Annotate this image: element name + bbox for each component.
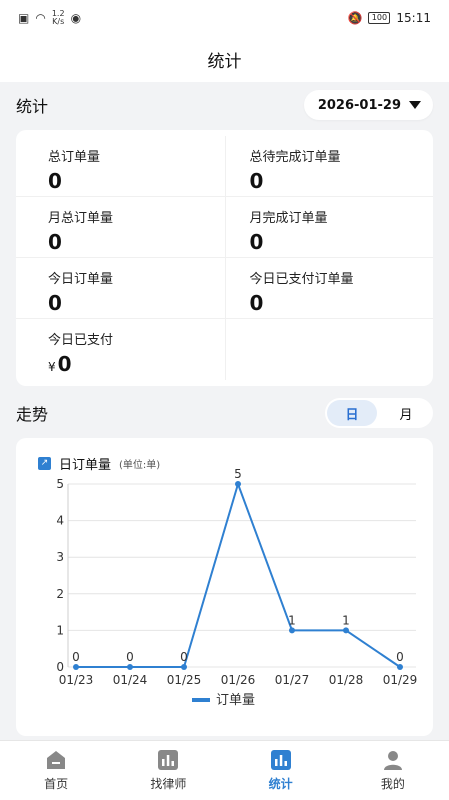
stat-amount: 0 [57,352,72,376]
stat-today-paid: 今日已支付 ¥0 [16,319,225,380]
status-bar: ▣ ◠ 1.2 K/s ◉ 🔕 100 15:11 [0,0,449,36]
x-tick-label: 01/26 [221,673,256,687]
chart-card: 0 1 2 3 4 5 01/23 01/24 01/25 01/26 01/27 01/28 01/2… [16,438,433,736]
tab-label: 我的 [380,777,405,791]
stat-label: 今日已支付订单量 [249,272,354,287]
tab-bar: 首页 找律师 统计 我的 [0,740,449,800]
stat-label: 总待完成订单量 [249,150,341,165]
trend-toggle: 日 月 [325,398,433,428]
currency-symbol: ¥ [48,360,56,374]
status-right: 🔕 100 15:11 [347,11,431,25]
mute-icon: 🔕 [347,11,363,25]
data-point [181,664,187,670]
stat-value: 0 [48,230,62,254]
stat-total-pending: 总待完成订单量 0 [224,136,433,197]
chart-header: ↗ 日订单量 (单位:单) [38,454,160,473]
stat-value: 0 [48,291,62,315]
tab-mine[interactable]: 我的 [337,741,449,800]
tab-label: 找律师 [150,777,187,791]
x-tick-label: 01/29 [383,673,418,687]
x-tick-label: 01/28 [329,673,364,687]
y-tick-label: 1 [56,623,64,637]
legend-label: 订单量 [216,693,255,708]
stat-value: 0 [48,169,62,193]
sim-card-icon: ▣ [18,11,30,25]
stat-label: 月总订单量 [48,211,114,226]
caret-down-icon [409,101,421,109]
data-label: 0 [126,650,134,664]
chart-icon: ↗ [38,457,51,470]
stats-section-title: 统计 [16,97,49,116]
nav-bar: 统计 [0,36,449,82]
status-left: ▣ ◠ 1.2 K/s ◉ [18,10,81,26]
data-label: 1 [342,613,350,627]
y-tick-label: 2 [56,587,64,601]
data-label: 0 [72,650,80,664]
stat-value: ¥0 [48,352,225,376]
data-point [73,664,79,670]
legend-swatch [192,698,210,702]
x-tick-label: 01/27 [275,673,310,687]
tab-label: 统计 [268,777,293,791]
x-tick-label: 01/25 [167,673,202,687]
page-title: 统计 [207,51,242,72]
network-speed: 1.2 K/s [52,10,65,26]
date-value: 2026-01-29 [317,97,401,113]
tab-find-lawyer[interactable]: 找律师 [112,741,224,800]
stat-month-orders: 月总订单量 0 [16,197,225,258]
stat-value: 0 [249,291,264,315]
x-tick-label: 01/23 [59,673,94,687]
stat-label: 月完成订单量 [249,211,328,226]
trend-section-title: 走势 [16,405,49,424]
data-point [397,664,403,670]
series-line [76,480,401,668]
battery-icon: 100 [368,12,391,24]
stat-total-orders: 总订单量 0 [16,136,225,197]
toggle-month-button[interactable]: 月 [381,400,431,426]
y-tick-label: 0 [56,660,64,674]
speed-unit: K/s [52,17,65,26]
tab-label: 首页 [44,777,69,791]
notification-app-icon: ◉ [70,11,82,25]
stat-label: 今日已支付 [48,333,114,348]
stat-label: 今日订单量 [48,272,114,287]
toggle-day-button[interactable]: 日 [327,400,377,426]
data-point [343,627,349,634]
stats-icon [270,750,291,770]
stats-card: 总订单量 0 总待完成订单量 0 月总订单量 0 月完成订单量 0 今日订单量 … [16,130,433,386]
data-label: 0 [180,650,188,664]
y-tick-label: 3 [56,550,64,564]
stats-header: 统计 2026-01-29 [16,90,433,120]
stat-today-orders: 今日订单量 0 [16,258,225,319]
data-point [127,664,133,670]
data-label: 0 [396,650,404,664]
line-chart: 01234501/23 01/24 01/25 01/26 01/27 01/28 01/2… [56,467,418,708]
y-tick-label: 5 [56,477,64,491]
tab-home[interactable]: 首页 [0,741,112,800]
stat-label: 总订单量 [48,150,101,165]
x-tick-label: 01/24 [113,673,148,687]
y-tick-label: 4 [56,514,64,528]
stat-value: 0 [249,169,264,193]
lawyer-chart-icon [158,750,179,770]
stat-month-completed: 月完成订单量 0 [224,197,433,258]
date-picker[interactable]: 2026-01-29 [303,90,433,120]
trend-header: 走势 日 月 [16,398,433,428]
data-point [289,627,295,634]
data-label: 5 [234,467,242,481]
chart-title: 日订单量 [59,458,112,473]
data-point [235,481,241,487]
tab-stats[interactable]: 统计 [225,741,337,800]
user-icon [383,751,402,770]
clock: 15:11 [396,11,431,25]
home-icon [47,751,66,769]
wifi-icon: ◠ [35,11,46,25]
stat-today-paid-orders: 今日已支付订单量 0 [224,258,433,319]
data-label: 1 [288,613,296,627]
chart-unit: (单位:单) [119,460,161,471]
stat-value: 0 [249,230,264,254]
stat-empty-cell [224,319,434,380]
